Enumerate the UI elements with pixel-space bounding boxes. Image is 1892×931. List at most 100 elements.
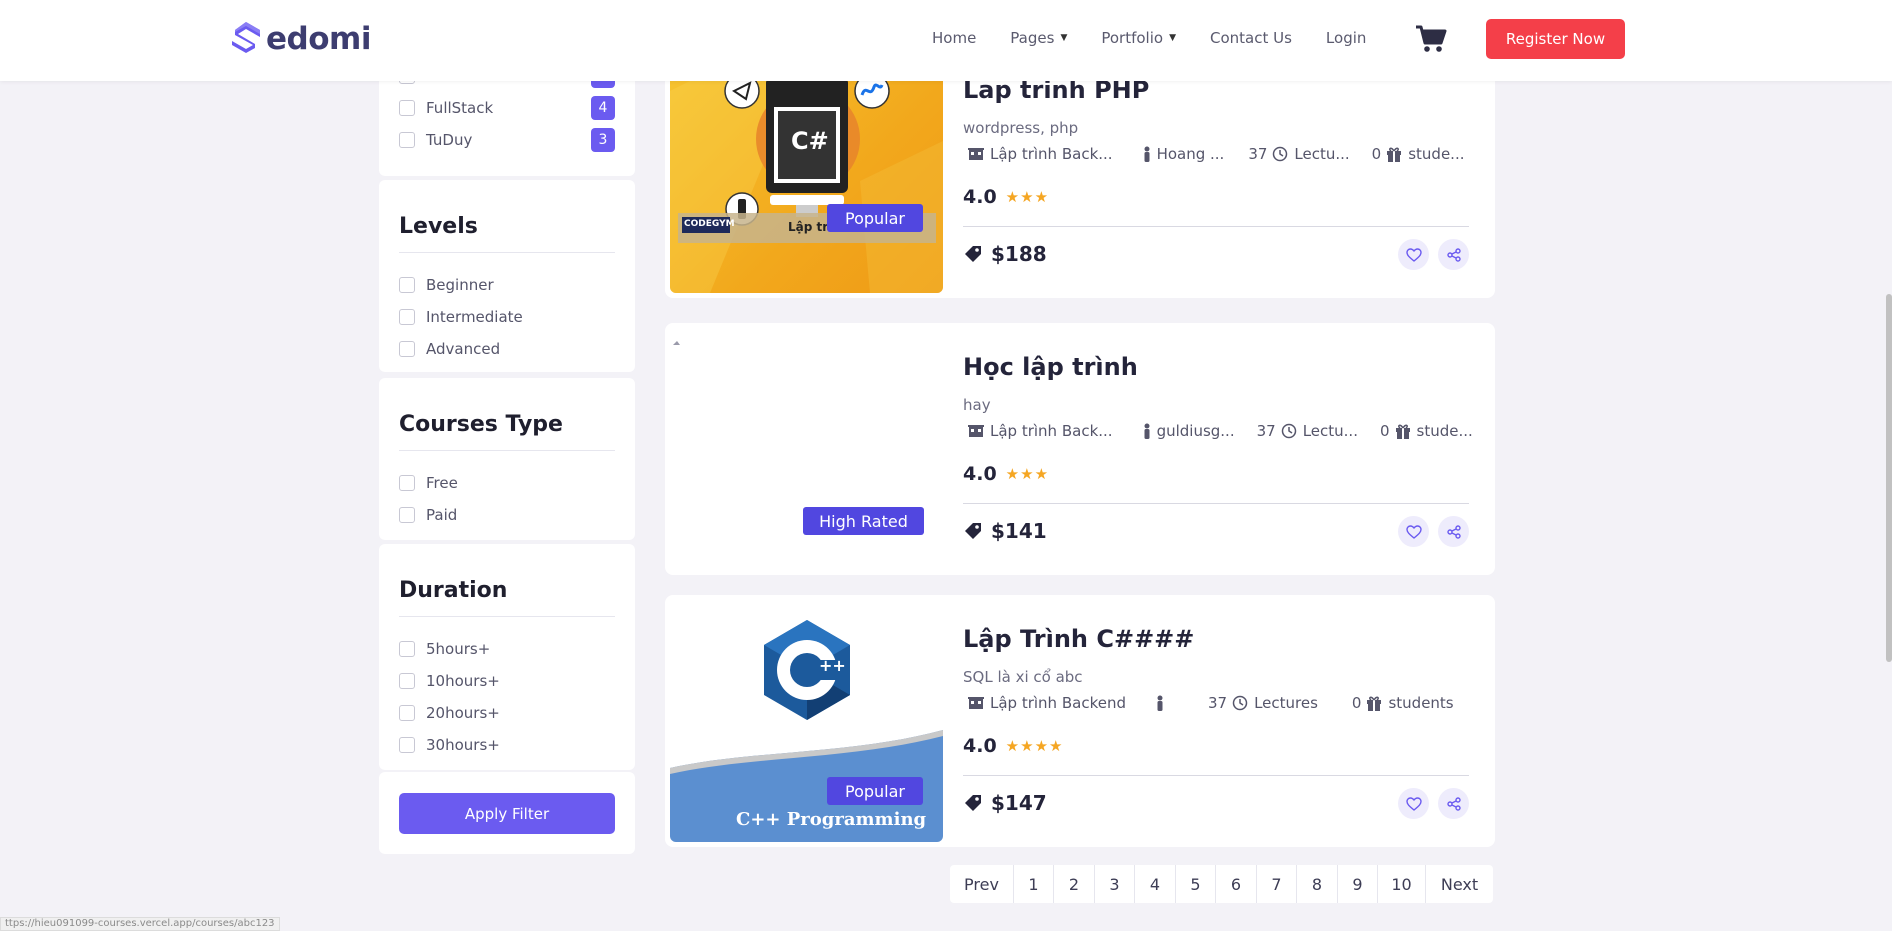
rating-value: 4.0 (963, 463, 997, 485)
course-author: guldiusg... (1156, 422, 1235, 440)
course-card[interactable]: C# CODEGYM Lập trìn Popular Lap trinh PH… (665, 46, 1495, 298)
nav-home[interactable]: Home (932, 29, 976, 47)
rating-value: 4.0 (963, 735, 997, 757)
filter-option-tuduy[interactable]: TuDuy 3 (379, 124, 635, 156)
share-button[interactable] (1438, 788, 1469, 819)
page-4[interactable]: 4 (1135, 865, 1176, 903)
course-tags: SQL là xi cổ abc (963, 668, 1083, 686)
courses-type-filter-panel: Courses Type Free Paid (379, 378, 635, 540)
filter-option-intermediate[interactable]: Intermediate (379, 301, 635, 333)
course-thumbnail[interactable]: High Rated (670, 328, 943, 570)
course-title[interactable]: Lập Trình C#### (963, 625, 1194, 653)
apply-filter-button[interactable]: Apply Filter (399, 793, 615, 834)
wishlist-button[interactable] (1398, 788, 1429, 819)
course-price: $147 (963, 791, 1047, 815)
page-6[interactable]: 6 (1216, 865, 1257, 903)
cpp-illustration (670, 620, 943, 842)
nav-portfolio[interactable]: Portfolio ▼ (1101, 29, 1176, 47)
status-bar-url: ttps://hieu091099-courses.vercel.app/cou… (0, 917, 280, 931)
page-1[interactable]: 1 (1014, 865, 1054, 903)
checkbox[interactable] (399, 507, 415, 523)
checkbox[interactable] (399, 673, 415, 689)
wishlist-button[interactable] (1398, 516, 1429, 547)
scrollbar-thumb[interactable] (1886, 294, 1892, 662)
checkbox[interactable] (399, 100, 415, 116)
filter-option-paid[interactable]: Paid (379, 499, 635, 531)
page-8[interactable]: 8 (1297, 865, 1338, 903)
page-prev[interactable]: Prev (950, 865, 1014, 903)
course-tags: hay (963, 396, 991, 414)
page-9[interactable]: 9 (1338, 865, 1378, 903)
course-thumbnail[interactable]: ++ C++ Programming Popular (670, 600, 943, 842)
share-button[interactable] (1438, 239, 1469, 270)
levels-filter-panel: Levels Beginner Intermediate Advanced (379, 180, 635, 372)
filter-option-free[interactable]: Free (379, 467, 635, 499)
thumbnail-brand-text: CODEGYM (684, 219, 735, 229)
chevron-down-icon: ▼ (1169, 33, 1176, 43)
cpp-plus-text: ++ (819, 656, 846, 675)
checkbox[interactable] (399, 737, 415, 753)
course-price: $188 (963, 242, 1047, 266)
clock-icon (1232, 695, 1248, 711)
option-label: 10hours+ (426, 672, 500, 690)
option-label: FullStack (426, 99, 494, 117)
checkbox[interactable] (399, 132, 415, 148)
course-title[interactable]: Học lập trình (963, 353, 1138, 381)
count-badge: 4 (591, 96, 615, 120)
building-icon (968, 697, 984, 709)
heart-icon (1405, 524, 1422, 539)
course-thumbnail[interactable]: C# CODEGYM Lập trìn Popular (670, 51, 943, 293)
filter-option-beginner[interactable]: Beginner (379, 269, 635, 301)
filter-option-10hours[interactable]: 10hours+ (379, 665, 635, 697)
page-3[interactable]: 3 (1095, 865, 1135, 903)
course-card[interactable]: ++ C++ Programming Popular Lập Trình C##… (665, 595, 1495, 847)
nav-contact[interactable]: Contact Us (1210, 29, 1292, 47)
page-7[interactable]: 7 (1257, 865, 1297, 903)
course-rating: 4.0 ★★★ (963, 463, 1049, 485)
divider (963, 775, 1469, 776)
page-next[interactable]: Next (1426, 865, 1493, 903)
filter-option-20hours[interactable]: 20hours+ (379, 697, 635, 729)
option-label: 20hours+ (426, 704, 500, 722)
price-amount: $141 (991, 519, 1047, 543)
person-icon (1144, 146, 1150, 162)
course-meta: Lập trình Back... Hoang ... 37 Lectu... … (968, 145, 1464, 163)
divider (399, 616, 615, 617)
price-amount: $188 (991, 242, 1047, 266)
thumbnail-code-text: C# (791, 127, 829, 155)
course-rating: 4.0 ★★★★ (963, 735, 1063, 757)
filter-option-advanced[interactable]: Advanced (379, 333, 635, 365)
heart-icon (1405, 247, 1422, 262)
share-button[interactable] (1438, 516, 1469, 547)
checkbox[interactable] (399, 341, 415, 357)
register-button[interactable]: Register Now (1486, 19, 1625, 59)
filter-option-5hours[interactable]: 5hours+ (379, 633, 635, 665)
nav-pages[interactable]: Pages ▼ (1010, 29, 1067, 47)
nav-label: Pages (1010, 29, 1055, 47)
students-label: stude... (1408, 145, 1465, 163)
course-tags: wordpress, php (963, 119, 1079, 137)
nav-login[interactable]: Login (1326, 29, 1366, 47)
option-label: Beginner (426, 276, 494, 294)
lectures-label: Lectures (1254, 694, 1318, 712)
star-icons: ★★★ (1005, 188, 1050, 206)
wishlist-button[interactable] (1398, 239, 1429, 270)
page-2[interactable]: 2 (1054, 865, 1095, 903)
page-5[interactable]: 5 (1176, 865, 1216, 903)
course-category: Lập trình Back... (990, 422, 1113, 440)
broken-image-icon (673, 341, 680, 345)
logo[interactable]: edomi (229, 20, 371, 58)
course-category: Lập trình Backend (990, 694, 1126, 712)
page-10[interactable]: 10 (1378, 865, 1426, 903)
cart-icon[interactable] (1415, 24, 1447, 54)
filter-option-30hours[interactable]: 30hours+ (379, 729, 635, 761)
checkbox[interactable] (399, 277, 415, 293)
checkbox[interactable] (399, 705, 415, 721)
checkbox[interactable] (399, 309, 415, 325)
checkbox[interactable] (399, 641, 415, 657)
filter-option-fullstack[interactable]: FullStack 4 (379, 92, 635, 124)
course-price: $141 (963, 519, 1047, 543)
checkbox[interactable] (399, 475, 415, 491)
lectures-count: 37 (1256, 422, 1276, 440)
course-card[interactable]: High Rated Học lập trình hay Lập trình B… (665, 323, 1495, 575)
